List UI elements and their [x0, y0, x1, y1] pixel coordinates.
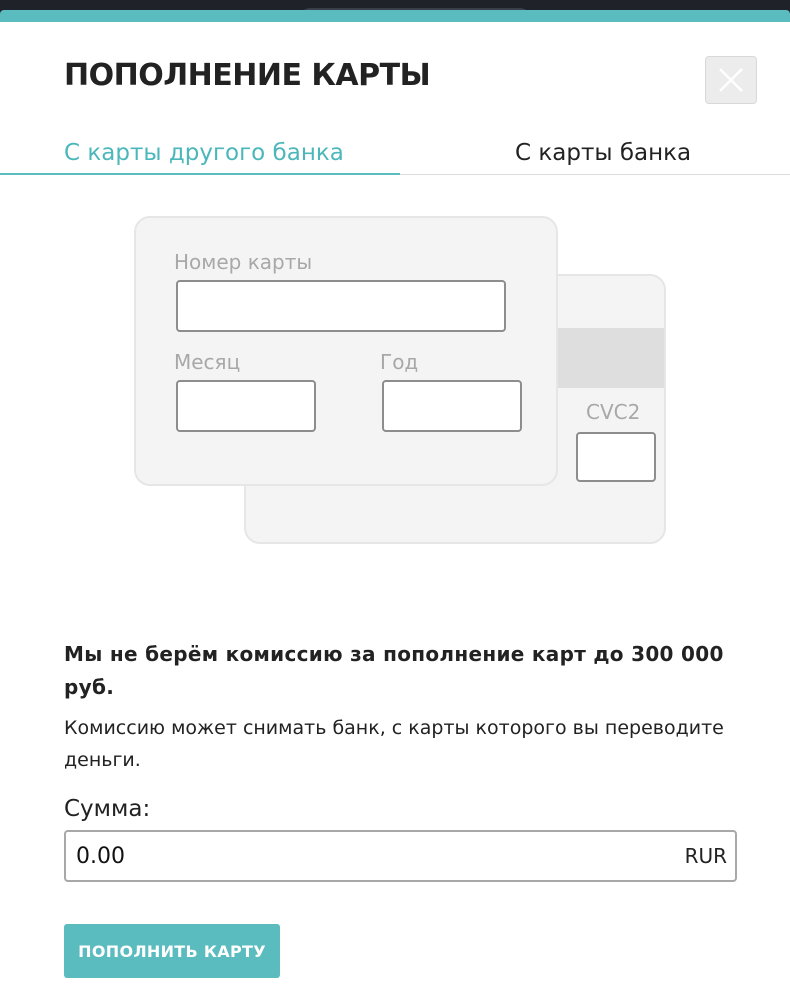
transfer-source-tabs: С карты другого банка С карты банка [0, 132, 790, 175]
close-button[interactable] [705, 56, 757, 104]
cvc-label: CVC2 [586, 400, 641, 424]
amount-label: Сумма: [64, 796, 151, 822]
card-number-input[interactable] [176, 280, 506, 332]
month-input[interactable] [176, 380, 316, 432]
amount-field: RUR [64, 830, 737, 882]
card-front: Номер карты Месяц Год [134, 216, 558, 486]
amount-input[interactable] [76, 832, 636, 880]
top-up-card-modal: ПОПОЛНЕНИЕ КАРТЫ С карты другого банка С… [0, 10, 790, 996]
tab-label: С карты банка [515, 140, 692, 166]
tab-other-bank-card[interactable]: С карты другого банка [0, 132, 400, 175]
card-number-label: Номер карты [174, 250, 313, 274]
month-label: Месяц [174, 350, 241, 374]
tab-bank-card[interactable]: С карты банка [400, 132, 790, 175]
commission-disclaimer: Комиссию может снимать банк, с карты кот… [64, 717, 724, 771]
commission-notice: Мы не берём комиссию за пополнение карт … [64, 642, 724, 699]
cvc-input[interactable] [576, 432, 656, 482]
tab-label: С карты другого банка [64, 140, 344, 166]
close-icon [719, 68, 743, 92]
year-input[interactable] [382, 380, 522, 432]
top-up-card-button[interactable]: ПОПОЛНИТЬ КАРТУ [64, 924, 280, 978]
year-label: Год [380, 350, 419, 374]
currency-label: RUR [684, 844, 727, 868]
modal-title: ПОПОЛНЕНИЕ КАРТЫ [64, 58, 431, 93]
